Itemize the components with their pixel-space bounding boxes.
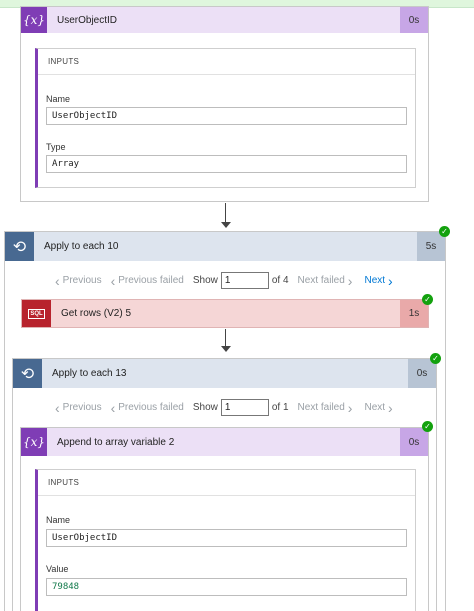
success-check-icon: ✓ bbox=[422, 294, 433, 305]
loop-icon: ⟲ bbox=[13, 359, 42, 388]
success-check-icon: ✓ bbox=[439, 226, 450, 237]
type-label: Type bbox=[46, 142, 66, 152]
inputs-panel: INPUTS Name UserObjectID Value 79848 bbox=[35, 469, 416, 611]
next-button[interactable]: Next bbox=[364, 402, 385, 413]
name-value-field[interactable]: UserObjectID bbox=[46, 529, 407, 547]
page-count-label: of 4 bbox=[271, 275, 289, 286]
loop-title: Apply to each 10 bbox=[44, 241, 119, 252]
chevron-right-icon: › bbox=[347, 272, 353, 289]
page-number-input[interactable] bbox=[220, 399, 269, 416]
value-field[interactable]: 79848 bbox=[46, 578, 407, 596]
value-label: Value bbox=[46, 564, 69, 574]
name-label: Name bbox=[46, 515, 71, 525]
chevron-left-icon: ‹ bbox=[55, 399, 60, 416]
duration-badge: 0s bbox=[408, 359, 436, 388]
sql-icon-text: SQL bbox=[28, 308, 45, 319]
variable-icon: {x} bbox=[21, 428, 47, 456]
apply-to-each-10-header[interactable]: ⟲ Apply to each 10 5s bbox=[5, 232, 445, 261]
success-check-icon: ✓ bbox=[422, 421, 433, 432]
initialize-variable-header[interactable]: {x} UserObjectID 0s bbox=[21, 7, 428, 33]
show-label: Show bbox=[192, 402, 218, 413]
previous-button[interactable]: Previous bbox=[63, 275, 102, 286]
sql-server-icon: SQL bbox=[22, 300, 51, 327]
type-value-field[interactable]: Array bbox=[46, 155, 407, 173]
inner-loop-pager: ‹ Previous ‹ Previous failed Show of 1 N… bbox=[55, 399, 393, 416]
chevron-left-icon: ‹ bbox=[110, 399, 116, 416]
name-label: Name bbox=[46, 94, 71, 104]
loop-icon: ⟲ bbox=[5, 232, 34, 261]
connector-line bbox=[225, 203, 226, 223]
next-failed-button[interactable]: Next failed bbox=[298, 402, 345, 413]
duration-badge: 0s bbox=[400, 428, 428, 456]
chevron-right-icon: › bbox=[347, 399, 353, 416]
action-title: Get rows (V2) 5 bbox=[61, 308, 132, 319]
chevron-right-icon: › bbox=[388, 399, 393, 416]
action-title: UserObjectID bbox=[57, 14, 118, 26]
success-check-icon: ✓ bbox=[430, 353, 441, 364]
chevron-left-icon: ‹ bbox=[55, 272, 60, 289]
connector-arrow-icon bbox=[221, 346, 231, 352]
inputs-heading: INPUTS bbox=[38, 470, 415, 496]
inputs-panel: INPUTS Name UserObjectID Type Array bbox=[35, 48, 416, 188]
chevron-right-icon: › bbox=[388, 272, 393, 289]
previous-failed-button[interactable]: Previous failed bbox=[118, 275, 184, 286]
duration-badge: 0s bbox=[400, 7, 428, 33]
page-number-input[interactable] bbox=[220, 272, 269, 289]
name-value-field[interactable]: UserObjectID bbox=[46, 107, 407, 125]
duration-badge: 5s bbox=[417, 232, 445, 261]
show-label: Show bbox=[192, 275, 218, 286]
connector-arrow-icon bbox=[221, 222, 231, 228]
chevron-left-icon: ‹ bbox=[110, 272, 116, 289]
previous-failed-button[interactable]: Previous failed bbox=[118, 402, 184, 413]
loop-title: Apply to each 13 bbox=[52, 368, 127, 379]
variable-icon: {x} bbox=[21, 7, 47, 33]
next-failed-button[interactable]: Next failed bbox=[298, 275, 345, 286]
action-title: Append to array variable 2 bbox=[57, 436, 175, 448]
inputs-heading: INPUTS bbox=[38, 49, 415, 75]
append-to-array-header[interactable]: {x} Append to array variable 2 0s bbox=[21, 428, 428, 456]
connector-line bbox=[225, 329, 226, 347]
initialize-variable-card: {x} UserObjectID 0s INPUTS Name UserObje… bbox=[20, 6, 429, 202]
apply-to-each-13-header[interactable]: ⟲ Apply to each 13 0s bbox=[13, 359, 436, 388]
page-count-label: of 1 bbox=[271, 402, 289, 413]
next-button[interactable]: Next bbox=[364, 275, 385, 286]
append-to-array-card: {x} Append to array variable 2 0s INPUTS… bbox=[20, 427, 429, 611]
get-rows-v2-5-action[interactable]: SQL Get rows (V2) 5 1s bbox=[21, 299, 429, 328]
previous-button[interactable]: Previous bbox=[63, 402, 102, 413]
outer-loop-pager: ‹ Previous ‹ Previous failed Show of 4 N… bbox=[55, 272, 393, 289]
